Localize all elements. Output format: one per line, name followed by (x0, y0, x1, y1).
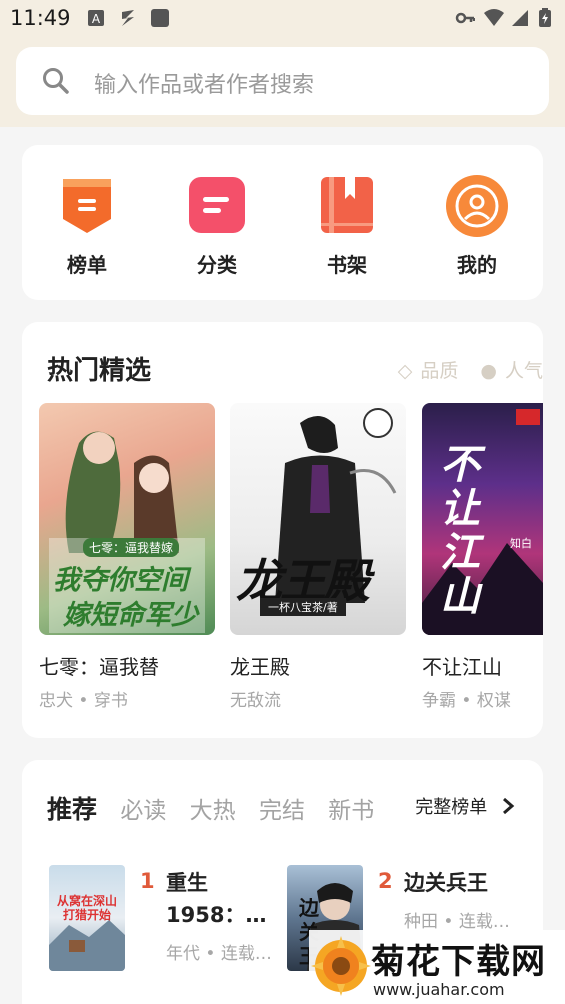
watermark: 菊花下载网 www.juahar.com (309, 930, 565, 1004)
tab-hot[interactable]: 大热 (190, 798, 236, 824)
book-title: 不让江山 (422, 655, 502, 679)
book-tags: 无敌流 (230, 691, 281, 711)
book-title: 龙王殿 (230, 655, 290, 679)
svg-text:A: A (92, 12, 101, 26)
ranking-icon (59, 175, 115, 235)
full-ranking-label: 完整榜单 (415, 797, 488, 818)
book-cover: 不让江山 知白 (422, 403, 543, 635)
book-title: 重生1958：… (166, 871, 267, 927)
book-cover: 龙王殿 一杯八宝茶/著 (230, 403, 406, 635)
book-tags: 种田 • 连载… (404, 912, 510, 932)
rank-number: 1 (140, 869, 155, 893)
search-placeholder: 输入作品或者作者搜索 (94, 73, 315, 98)
cover-title: 不让江山 (440, 442, 480, 620)
svg-text:边: 边 (298, 896, 320, 920)
status-time: 11:49 (10, 6, 71, 30)
vpn-key-icon (455, 12, 475, 24)
tag-quality[interactable]: ◇ 品质 (390, 360, 459, 382)
search-icon (43, 68, 69, 94)
cover-title-2: 嫁短命军少 (63, 600, 198, 631)
book-title: 七零：逼我替 (39, 655, 159, 679)
category-icon (189, 175, 245, 235)
nav-ranking[interactable]: 榜单 (32, 175, 142, 278)
svg-text:打猎开始: 打猎开始 (63, 907, 111, 922)
nav-category[interactable]: 分类 (162, 175, 272, 278)
search-input[interactable]: 输入作品或者作者搜索 (16, 47, 549, 115)
nav-category-label: 分类 (197, 253, 237, 277)
full-ranking-link[interactable]: 完整榜单 (415, 793, 515, 819)
cover-author: 一杯八宝茶/著 (260, 598, 346, 616)
watermark-url: www.juahar.com (373, 980, 505, 999)
wifi-icon (484, 9, 504, 26)
book-item[interactable]: 七零：逼我替嫁 我夺你空间 嫁短命军少 七零：逼我替 忠犬 • 穿书 (39, 403, 215, 711)
rank-tabs: 推荐 必读 大热 完结 新书 (47, 790, 390, 826)
book-cover: 七零：逼我替嫁 我夺你空间 嫁短命军少 (39, 403, 215, 635)
hot-badge-icon: ● (480, 360, 497, 382)
svg-text:从窝在深山: 从窝在深山 (57, 893, 117, 908)
chevron-right-icon (503, 797, 515, 815)
nav-card: 榜单 分类 书架 我的 (22, 145, 543, 300)
bookshelf-icon (319, 175, 375, 235)
nav-profile[interactable]: 我的 (422, 175, 532, 278)
nav-profile-label: 我的 (457, 253, 497, 277)
tag-popular-label: 人气 (504, 360, 543, 382)
section-title: 热门精选 (47, 356, 152, 386)
profile-icon (446, 175, 508, 237)
signal-icon (512, 10, 528, 26)
cover-author: 知白 (510, 537, 532, 550)
book-tags: 争霸 • 权谋 (422, 691, 511, 711)
tag-quality-label: 品质 (420, 360, 459, 382)
nav-ranking-label: 榜单 (67, 253, 107, 277)
hot-picks-card: 热门精选 ◇ 品质 ● 人气 七零：逼我替嫁 我夺你空间 嫁短命军少 七零：逼我替 … (22, 322, 543, 738)
tab-recommend[interactable]: 推荐 (47, 795, 97, 824)
nav-bookshelf[interactable]: 书架 (292, 175, 402, 278)
tab-finished[interactable]: 完结 (259, 798, 305, 824)
nav-bookshelf-label: 书架 (327, 253, 367, 277)
hot-filter-tags: ◇ 品质 ● 人气 (382, 356, 543, 383)
tab-must-read[interactable]: 必读 (120, 798, 166, 824)
tab-new[interactable]: 新书 (328, 798, 374, 824)
rank-number: 2 (378, 869, 393, 893)
header: 11:49 A 输入作品或者作者搜索 (0, 0, 565, 127)
keyboard-a-icon: A (88, 10, 104, 26)
battery-icon (539, 8, 551, 27)
status-bar: 11:49 A (0, 0, 565, 38)
app-square-icon (151, 9, 169, 27)
book-title: 边关兵王 (404, 871, 488, 895)
chrysanthemum-icon (311, 936, 371, 996)
book-item[interactable]: 龙王殿 一杯八宝茶/著 龙王殿 无敌流 (230, 403, 406, 711)
book-tags: 年代 • 连载… (166, 944, 272, 964)
cover-title-1: 我夺你空间 (53, 565, 188, 596)
book-cover: 从窝在深山 打猎开始 (49, 865, 125, 971)
cover-subtitle: 七零：逼我替嫁 (83, 538, 180, 557)
diamond-icon: ◇ (397, 360, 413, 382)
book-tags: 忠犬 • 穿书 (39, 691, 128, 711)
watermark-title: 菊花下载网 (371, 942, 546, 982)
data-sync-icon (122, 10, 134, 26)
book-item[interactable]: 不让江山 知白 不让江山 争霸 • 权谋 (422, 403, 543, 711)
tag-popular[interactable]: ● 人气 (472, 360, 543, 382)
